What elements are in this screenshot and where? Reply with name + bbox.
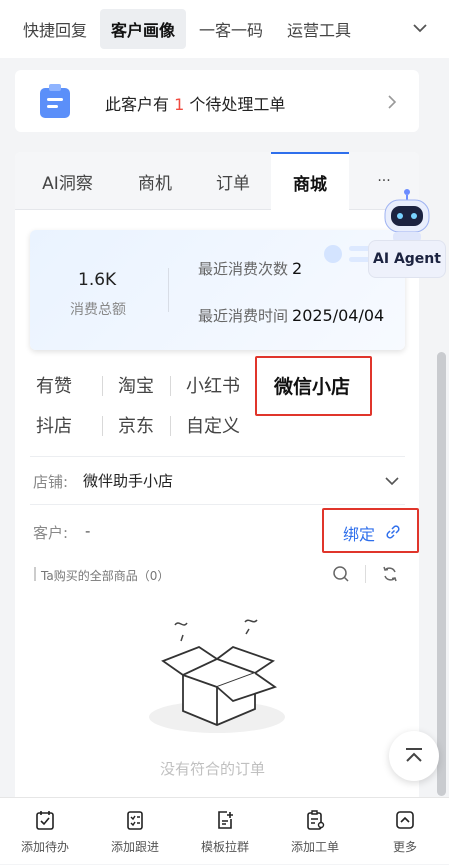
add-followup-label: 添加跟进 [110,840,159,854]
pending-ticket-notice[interactable]: 此客户有 1 个待处理工单 [15,70,419,132]
followup-icon [127,811,143,830]
ai-agent-button[interactable]: AI Agent [368,240,446,278]
highlight-box [255,356,372,416]
bottom-toolbar: 添加待办 添加跟进 模板拉群 添加工单 更多 [0,797,449,864]
empty-box-icon [149,619,285,733]
divider [170,376,171,396]
recent-count-row: 最近消费次数 2 [198,258,302,279]
divider [102,416,103,436]
shop-douyin[interactable]: 抖店 [36,412,72,438]
top-nav: 快捷回复 客户画像 一客一码 运营工具 [0,0,449,58]
back-to-top-button[interactable] [389,731,439,781]
more-icon [396,811,414,829]
notice-prefix: 此客户有 [105,95,175,114]
chevron-down-icon[interactable] [384,473,400,489]
recent-time-value: 2025/04/04 [292,306,385,325]
tab-orders[interactable]: 订单 [195,152,271,210]
tab-ai-insight[interactable]: AI洞察 [25,152,110,210]
clipboard-icon [40,84,70,118]
chevron-right-icon [388,95,397,109]
pending-count: 1 [174,95,185,114]
shop-youzan[interactable]: 有赞 [36,372,72,398]
add-todo-label: 添加待办 [20,840,69,854]
shop-jd[interactable]: 京东 [118,412,154,438]
chevron-down-icon[interactable] [411,19,429,37]
recent-count-value: 2 [292,259,303,278]
divider [102,376,103,396]
store-select[interactable]: 微伴助手小店 [83,470,173,491]
stats-divider [168,268,169,312]
tab-one-customer-one-code[interactable]: 一客一码 [188,9,274,49]
add-ticket-button[interactable]: 添加工单 [275,798,355,865]
add-followup-button[interactable]: 添加跟进 [95,798,175,865]
todo-icon [36,811,54,830]
template-group-button[interactable]: 模板拉群 [185,798,265,865]
recent-count-label: 最近消费次数 [198,260,289,278]
empty-state-text: 没有符合的订单 [160,760,266,778]
shop-taobao[interactable]: 淘宝 [118,372,154,398]
customer-value: - [85,522,91,540]
template-group-label: 模板拉群 [200,840,249,854]
add-ticket-label: 添加工单 [290,840,339,854]
ticket-icon [307,810,325,830]
tab-mall[interactable]: 商城 [271,152,349,210]
notice-text: 此客户有 1 个待处理工单 [105,91,285,115]
tab-operation-tools[interactable]: 运营工具 [276,9,362,49]
add-todo-button[interactable]: 添加待办 [5,798,85,865]
divider [365,565,366,583]
shop-xiaohongshu[interactable]: 小红书 [186,372,240,398]
more-label: 更多 [392,840,417,854]
more-button[interactable]: 更多 [365,798,445,865]
total-value: 1.6K [78,270,117,290]
tab-quick-reply[interactable]: 快捷回复 [12,9,98,49]
shop-platform-filter: 有赞 淘宝 小红书 微信小店 抖店 京东 自定义 [30,356,410,438]
detail-panel: AI洞察 商机 订单 商城 ··· 1.6K 消费总额 最近消费次数 2 最近消费… [15,152,419,802]
recent-time-label: 最近消费时间 [198,307,289,325]
customer-label: 客户: [33,524,69,542]
refresh-icon[interactable] [381,565,399,583]
detail-tabs: AI洞察 商机 订单 商城 ··· [15,152,419,210]
section-marker [34,567,36,581]
tab-opportunity[interactable]: 商机 [115,152,195,210]
total-label: 消费总额 [70,302,126,318]
bind-button[interactable]: 绑定 [343,521,375,545]
notice-suffix: 个待处理工单 [184,95,286,114]
search-icon[interactable] [332,565,350,583]
arrow-up-to-top-icon [406,748,422,762]
store-label: 店铺: [33,473,69,491]
divider [30,456,405,457]
recent-time-row: 最近消费时间 2025/04/04 [198,305,384,326]
consumption-stats-card: 1.6K 消费总额 最近消费次数 2 最近消费时间 2025/04/04 [30,230,405,350]
template-group-icon [218,811,233,829]
tab-customer-profile[interactable]: 客户画像 [100,9,187,49]
scrollbar[interactable] [437,352,446,796]
shop-custom[interactable]: 自定义 [186,412,240,438]
divider [170,416,171,436]
link-icon[interactable] [385,524,401,540]
purchased-products-label: Ta购买的全部商品（0） [41,569,170,583]
divider [30,504,405,505]
